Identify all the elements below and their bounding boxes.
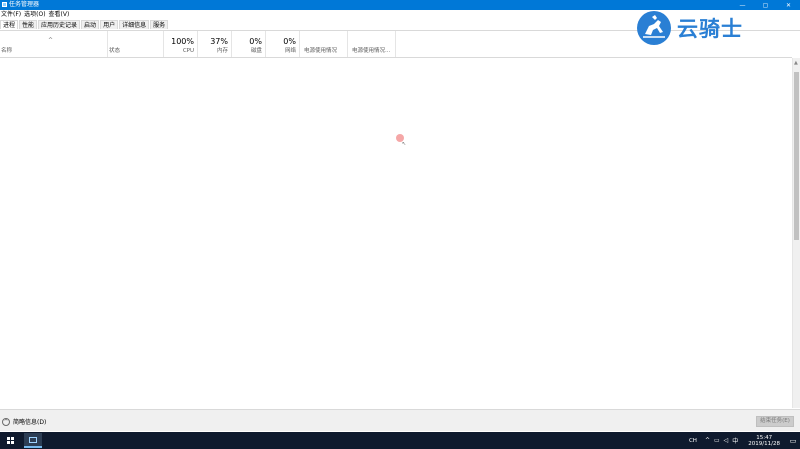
tab-app-history[interactable]: 应用历史记录 (38, 20, 81, 29)
network-percent: 0% (283, 37, 296, 46)
tab-services[interactable]: 服务 (150, 20, 169, 29)
memory-label: 内存 (216, 48, 228, 54)
column-power-usage[interactable]: 电源使用情况 (300, 31, 348, 57)
title-bar: 任务管理器 — ▢ ✕ (0, 0, 800, 10)
cpu-percent: 100% (171, 37, 194, 46)
watermark-text: 云骑士 (677, 17, 743, 41)
input-method-icon[interactable]: 中 (732, 436, 738, 445)
power-trend-label: 电源使用情况... (352, 48, 391, 54)
power-usage-label: 电源使用情况 (304, 48, 338, 54)
end-task-button[interactable]: 结束任务(E) (756, 416, 794, 427)
column-cpu[interactable]: 100% CPU (164, 31, 198, 57)
maximize-button[interactable]: ▢ (754, 0, 777, 10)
taskbar-task-manager[interactable] (24, 433, 42, 448)
disk-label: 磁盘 (250, 48, 262, 54)
task-manager-icon (2, 2, 7, 7)
column-name-label: 名称 (1, 48, 13, 54)
ime-indicator[interactable]: CH (689, 438, 697, 444)
fewer-details-button[interactable]: ^ 简略信息(D) (2, 417, 46, 426)
windows-logo-icon (6, 437, 14, 444)
vertical-scrollbar[interactable]: ▲ (792, 58, 800, 408)
footer-bar: ^ 简略信息(D) 结束任务(E) (0, 409, 800, 431)
close-button[interactable]: ✕ (777, 0, 800, 10)
process-list[interactable] (0, 58, 792, 408)
column-status[interactable]: 状态 (108, 31, 164, 57)
tab-startup[interactable]: 启动 (81, 20, 100, 29)
network-icon[interactable]: ▭ (714, 437, 720, 444)
column-memory[interactable]: 37% 内存 (198, 31, 232, 57)
tab-performance[interactable]: 性能 (19, 20, 38, 29)
sort-caret-icon: ^ (48, 37, 54, 44)
column-status-label: 状态 (109, 48, 121, 54)
menu-view[interactable]: 查看(V) (48, 10, 72, 20)
chevron-up-icon[interactable]: ^ (705, 437, 710, 444)
tab-users[interactable]: 用户 (100, 20, 119, 29)
task-manager-app-icon (29, 436, 37, 443)
notification-icon[interactable]: ▭ (786, 432, 800, 449)
taskbar: CH ^ ▭ ◁ 中 15:47 2019/11/28 ▭ (0, 432, 800, 449)
minimize-button[interactable]: — (731, 0, 754, 10)
menu-file[interactable]: 文件(F) (0, 10, 23, 20)
collapse-chevron-icon: ^ (2, 417, 10, 426)
network-label: 网络 (284, 48, 296, 54)
watermark-logo: 云骑士 (637, 10, 787, 46)
window-controls: — ▢ ✕ (731, 0, 800, 10)
volume-icon[interactable]: ◁ (724, 437, 729, 444)
horse-rider-logo-icon (637, 11, 671, 45)
memory-percent: 37% (210, 37, 228, 46)
start-button[interactable] (0, 432, 20, 449)
clock-date: 2019/11/28 (748, 440, 780, 447)
cpu-label: CPU (182, 48, 194, 54)
system-tray: CH ^ ▭ ◁ 中 15:47 2019/11/28 ▭ (689, 432, 800, 449)
disk-percent: 0% (249, 37, 262, 46)
menu-options[interactable]: 选项(O) (23, 10, 47, 20)
scroll-up-icon[interactable]: ▲ (794, 60, 798, 66)
mouse-pointer-icon: ↖ (402, 141, 407, 147)
window-title: 任务管理器 (9, 1, 40, 8)
column-name[interactable]: ^ 名称 (0, 31, 108, 57)
column-disk[interactable]: 0% 磁盘 (232, 31, 266, 57)
fewer-details-label: 简略信息(D) (13, 419, 47, 426)
column-power-trend[interactable]: 电源使用情况... (348, 31, 396, 57)
tab-details[interactable]: 详细信息 (119, 20, 150, 29)
clock[interactable]: 15:47 2019/11/28 (748, 435, 780, 447)
tab-processes[interactable]: 进程 (0, 20, 19, 29)
column-network[interactable]: 0% 网络 (266, 31, 300, 57)
scrollbar-thumb[interactable] (794, 72, 799, 240)
